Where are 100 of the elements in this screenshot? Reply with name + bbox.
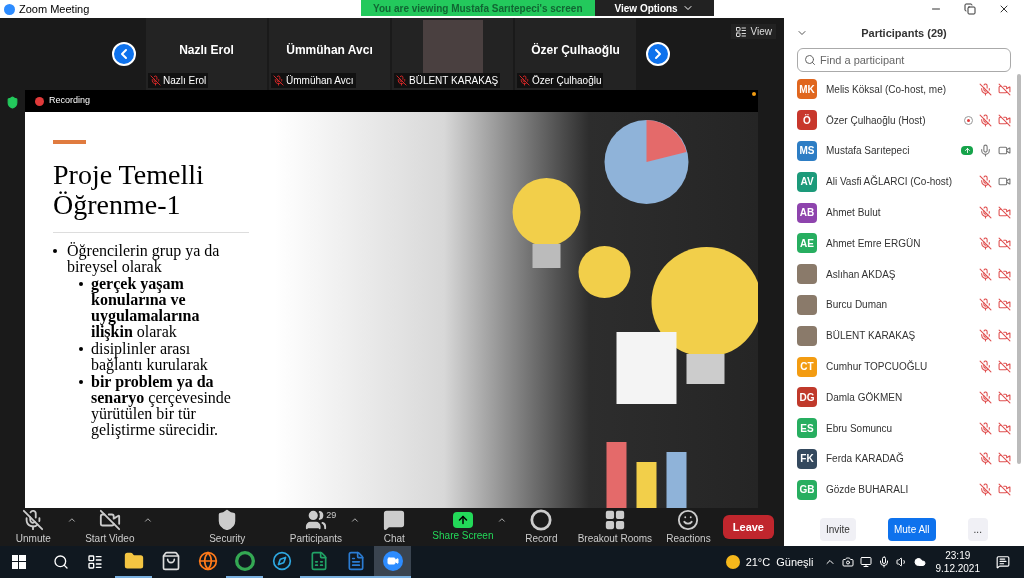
avatar: GB [797, 479, 817, 500]
participant-name: Burcu Duman [826, 298, 888, 313]
participant-row[interactable]: DG Damla GÖKMEN [784, 381, 1017, 413]
task-view-icon[interactable] [87, 554, 103, 570]
participant-name: Ahmet Emre ERGÜN [826, 236, 921, 251]
avatar: AV [797, 171, 817, 192]
participant-row[interactable]: Ö Özer Çulhaoğlu (Host) [784, 104, 1017, 136]
chat-icon [383, 508, 406, 531]
avatar: AE [797, 233, 817, 254]
participant-row[interactable]: FK Ferda KARADAĞ [784, 443, 1017, 475]
shield-check-icon [6, 96, 19, 109]
caret-icon[interactable] [350, 515, 360, 525]
toolbar-button[interactable]: Record [507, 508, 576, 546]
caret-icon[interactable] [497, 515, 508, 525]
participant-name: Aslıhan AKDAŞ [826, 267, 896, 282]
participant-name: Damla GÖKMEN [826, 390, 903, 405]
participant-row[interactable]: AE Ahmet Emre ERGÜN [784, 228, 1017, 259]
search-input[interactable]: Find a participant [820, 51, 1004, 69]
avatar: CT [797, 356, 817, 377]
network-icon[interactable] [859, 556, 872, 568]
mic-icon[interactable] [877, 556, 890, 568]
avatar: ES [797, 418, 817, 439]
panel-button[interactable]: ... [967, 517, 988, 541]
share-screen-icon [452, 511, 473, 528]
bag-icon [160, 551, 181, 571]
participant-name: Mustafa Sarıtepeci [826, 144, 910, 159]
cloud-icon[interactable] [913, 556, 926, 568]
slide-title: Proje Temelli Öğrenme-1 [53, 160, 205, 220]
leave-button[interactable]: Leave [722, 514, 774, 540]
participant-name: Özer Çulhaoğlu [531, 42, 620, 59]
sun-icon [725, 555, 740, 569]
participant-name: Ali Vasfi AĞLARCI (Co-host) [826, 174, 952, 190]
camera-icon[interactable] [841, 556, 854, 568]
toolbar-button[interactable]: Unmute [0, 508, 67, 546]
next-page-button[interactable] [646, 42, 670, 66]
avatar: DG [797, 387, 817, 408]
toolbar-button[interactable]: Chat [360, 508, 429, 546]
close-icon[interactable] [998, 3, 1010, 15]
participant-name: Ümmühan Avcı [286, 42, 373, 59]
toolbar-button[interactable]: Reactions [654, 508, 723, 546]
tile-name-label: Nazlı Erol [163, 74, 207, 88]
participant-row[interactable]: AB Ahmet Bulut [784, 197, 1017, 228]
record-icon [530, 508, 553, 531]
bullet-text: bir problem ya da senaryo çerçevesinde yürütülen bir tür geliştirme sürecidir. [91, 374, 232, 438]
toolbar-button[interactable]: Breakout Rooms [575, 508, 655, 546]
window-title: Zoom Meeting [19, 1, 90, 17]
participant-count: 29 [326, 509, 337, 522]
toolbar-button[interactable]: Start Video [76, 508, 144, 546]
tile-name-label: BÜLENT KARAKAŞ [409, 74, 499, 88]
clock-time: 23:19 [945, 549, 971, 562]
view-button[interactable]: View [730, 24, 776, 39]
participant-name: Özer Çulhaoğlu (Host) [826, 113, 926, 128]
avatar: AB [797, 202, 817, 223]
participant-row[interactable]: ES Ebru Somuncu [784, 412, 1017, 444]
windows-logo-icon[interactable] [12, 555, 26, 569]
clock-date: 9.12.2021 [935, 562, 980, 575]
participant-name: Melis Köksal (Co-host, me) [826, 82, 947, 97]
caret-icon[interactable] [66, 515, 77, 525]
weather-label: Güneşli [776, 554, 814, 570]
participant-row[interactable]: BÜLENT KARAKAŞ [784, 320, 1017, 352]
people-icon [304, 508, 327, 531]
search-icon[interactable] [53, 554, 69, 570]
toolbar-button[interactable]: Share Screen [428, 508, 498, 546]
grid-view-icon [734, 25, 747, 38]
participant-row[interactable]: MK Melis Köksal (Co-host, me) [784, 74, 1017, 105]
document-drawing [616, 332, 677, 404]
avatar: MS [797, 141, 817, 161]
toolbar-button[interactable]: 29 Participants [281, 508, 351, 546]
folder-icon [123, 551, 144, 571]
toolbar-button[interactable]: Security [192, 508, 262, 546]
previous-page-button[interactable] [112, 42, 136, 66]
avatar: FK [797, 448, 817, 469]
panel-title: Participants (29) [861, 25, 947, 41]
participant-row[interactable]: CT Cumhur TOPCUOĞLU [784, 351, 1017, 382]
avatar: MK [797, 79, 817, 100]
restore-icon[interactable] [964, 3, 976, 15]
speaker-icon[interactable] [895, 556, 908, 568]
panel-button[interactable]: Mute All [887, 517, 936, 541]
bullet-icon [79, 380, 83, 384]
participant-row[interactable]: AV Ali Vasfi AĞLARCI (Co-host) [784, 166, 1017, 198]
notifications-icon[interactable] [996, 555, 1010, 569]
camera-icon [382, 551, 403, 571]
app-logo-icon [4, 3, 15, 15]
participant-row[interactable]: GB Gözde BUHARALI [784, 474, 1017, 506]
taskbar-app[interactable] [374, 546, 411, 578]
caret-icon[interactable] [143, 515, 153, 525]
panel-button[interactable]: Invite [820, 517, 856, 541]
video-off-icon [98, 508, 121, 531]
smiley-icon [677, 508, 700, 531]
viewing-banner: You are viewing Mustafa Sarıtepeci's screen [361, 0, 595, 16]
browser-circle-icon [234, 551, 255, 571]
avatar: Ö [797, 110, 817, 131]
participant-row[interactable]: MS Mustafa Sarıtepeci [784, 135, 1017, 167]
search-field[interactable]: Find a participant [797, 48, 1011, 72]
bullet-icon [53, 249, 57, 253]
participant-name: Gözde BUHARALI [826, 483, 909, 498]
participant-row[interactable]: Aslıhan AKDAŞ [784, 258, 1017, 290]
participant-row[interactable]: Burcu Duman [784, 289, 1017, 321]
view-options-button[interactable]: View Options [594, 0, 714, 16]
bullet-icon [79, 347, 83, 351]
